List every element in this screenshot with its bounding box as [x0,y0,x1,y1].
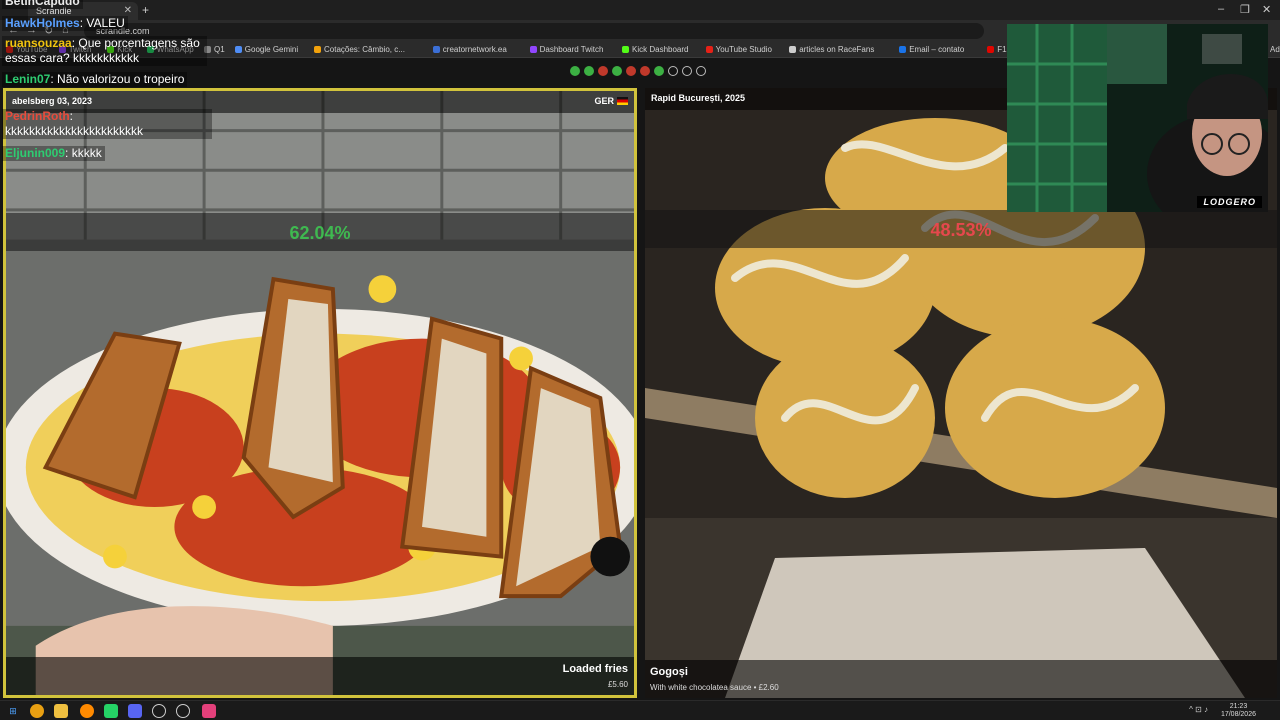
bookmark-label: creatornetwork.ea [442,45,507,54]
loaded-fries-photo [6,91,634,695]
close-window-button[interactable]: ✕ [1262,3,1271,16]
right-percentage: 48.53% [930,220,992,240]
app-icon[interactable] [176,704,190,718]
maximize-button[interactable]: ❐ [1240,3,1250,16]
round-dot [640,66,650,76]
round-dot [696,66,706,76]
left-location-date: abelsberg 03, 2023 [12,96,93,106]
chat-username: Lenin07 [5,72,51,86]
app-icon[interactable] [80,704,94,718]
left-percentage: 62.04% [289,223,351,243]
left-card-footer: Loaded fries £5.60 [6,657,634,695]
chat-message: Lenin07: Não valorizou o tropeiro [2,72,188,87]
country-label: GER [594,96,628,106]
windows-taskbar: ⊞ ^ ⊡ ♪ 21:23 17/08/2026 [0,700,1280,720]
bookmark-icon [314,46,321,53]
address-bar[interactable]: scrandle.com [84,23,984,39]
bookmark-label: articles on RaceFans [799,45,875,54]
round-dot [654,66,664,76]
chat-text: kkkkkkkkkkkkkkkkkkkkkkk [5,124,143,138]
chrome-icon[interactable] [30,704,44,718]
browser-title-bar: Scrandle ✕ + – ❐ ✕ [0,0,1280,20]
round-dot [626,66,636,76]
bookmark-icon [705,46,713,53]
chat-message: Eljunin009: kkkkk [2,146,105,161]
bookmark-item[interactable]: Email – contato [899,45,964,54]
chat-username: HawkHolmes [5,16,80,30]
left-food-price: £5.60 [607,680,628,689]
chat-text: kkkkk [71,146,102,160]
round-dot [598,66,608,76]
bookmark-label: Kick Dashboard [632,45,689,54]
round-dot [612,66,622,76]
bookmark-icon [234,46,242,53]
germany-flag-icon [617,97,628,105]
bookmark-label: Dashboard Twitch [539,45,604,54]
bookmark-item[interactable]: Kick Dashboard [622,45,688,54]
chat-message: BetinCapudo [2,0,83,9]
chat-username: Eljunin009 [5,146,66,160]
left-food-name: Loaded fries [562,663,628,675]
right-card-footer: Gogoși With white chocolatea sauce • £2.… [645,660,1277,698]
clock-time: 21:23 [1229,703,1248,710]
file-explorer-icon[interactable] [54,704,68,718]
close-tab-icon[interactable]: ✕ [124,5,132,16]
whatsapp-icon[interactable] [104,704,118,718]
obs-icon[interactable] [152,704,166,718]
bookmark-icon [899,46,907,53]
bookmark-label: Cotações: Câmbio, c... [324,45,405,54]
right-location-date: Rapid București, 2025 [651,93,746,103]
webcam-overlay: LODGERO [1007,24,1268,212]
bookmark-icon [529,46,537,53]
bookmark-item[interactable]: Google Gemini [234,45,299,54]
app-icon[interactable] [202,704,216,718]
streamer-logo: LODGERO [1197,196,1262,208]
bookmark-item[interactable]: articles on RaceFans [789,45,874,54]
bookmark-icon [622,46,629,53]
clock-date: 17/08/2026 [1220,711,1256,718]
bookmark-item[interactable]: Cotações: Câmbio, c... [314,45,405,54]
bookmark-label: YouTube Studio [715,45,772,54]
webcam-feed [1007,24,1268,212]
right-food-description: With white chocolatea sauce • £2.60 [650,683,779,692]
system-clock[interactable]: 21:23 17/08/2026 [1221,703,1256,719]
bookmark-icon [987,46,995,53]
left-food-card[interactable]: abelsberg 03, 2023 GER 62.04% Loaded fri… [3,88,637,698]
chat-username: BetinCapudo [5,0,80,8]
round-dot [668,66,678,76]
bookmark-label: Email – contato [909,45,965,54]
bookmark-icon [789,46,797,53]
chat-message: PedrinRoth: kkkkkkkkkkkkkkkkkkkkkkk [2,109,212,139]
minimize-button[interactable]: – [1218,3,1224,15]
bookmark-label: AdSense para YouT... [1270,45,1280,54]
chat-message: HawkHolmes: VALEU [2,16,128,31]
bookmark-item[interactable]: creatornetwork.ea [432,45,507,54]
start-icon[interactable]: ⊞ [6,704,20,718]
chat-username: ruansouzaa [5,36,72,50]
chat-message: ruansouzaa: Que porcentagens são essas c… [2,36,207,66]
bookmark-label: Q1 [214,45,225,54]
new-tab-button[interactable]: + [142,3,149,17]
round-dot [570,66,580,76]
bookmark-icon [432,46,440,53]
round-dot [682,66,692,76]
bookmark-item[interactable]: Q1 [204,45,225,54]
bookmark-item[interactable]: Dashboard Twitch [529,45,604,54]
bookmark-item[interactable]: YouTube Studio [705,45,772,54]
chat-username: PedrinRoth [5,109,70,123]
right-food-name: Gogoși [650,666,688,678]
chat-text: Não valorizou o tropeiro [57,72,185,86]
discord-icon[interactable] [128,704,142,718]
round-dot [584,66,594,76]
bookmark-label: Google Gemini [244,45,299,54]
system-tray[interactable]: ^ ⊡ ♪ [1189,705,1208,714]
chat-text: VALEU [86,16,125,30]
